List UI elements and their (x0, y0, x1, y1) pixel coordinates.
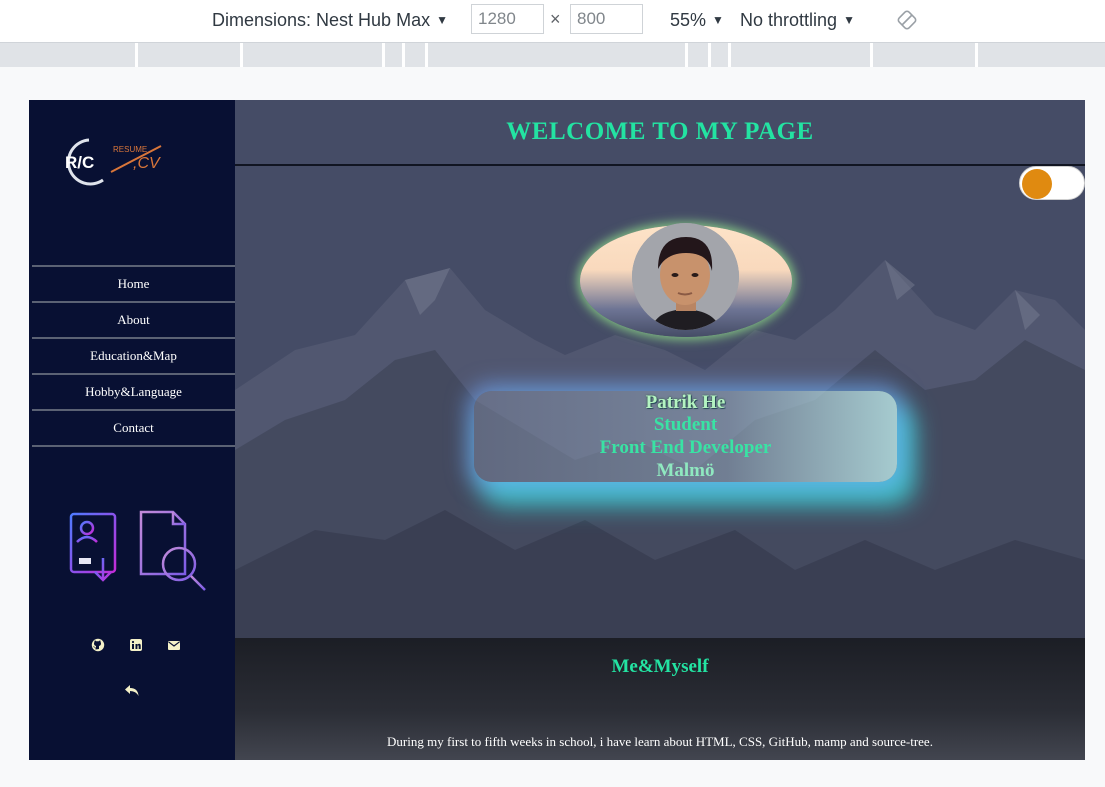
profile-photo (632, 223, 739, 330)
device-toolbar: Dimensions: Nest Hub Max ▼ 1280 × 800 55%… (0, 0, 1105, 43)
throttling-value: No throttling (740, 10, 838, 30)
device-dimensions-label: Dimensions: Nest Hub Max (212, 10, 431, 30)
page-viewport: R/C RESUME ,CV Home About Education&Map … (29, 100, 1085, 760)
avatar (632, 223, 739, 330)
mail-icon[interactable] (167, 638, 181, 652)
device-height-input[interactable]: 800 (570, 4, 643, 34)
chevron-down-icon: ▼ (436, 13, 448, 27)
theme-toggle[interactable] (1019, 166, 1085, 200)
ruler-tick[interactable] (728, 43, 731, 67)
cv-document-icons[interactable] (67, 508, 213, 596)
device-dimensions-select[interactable]: Dimensions: Nest Hub Max ▼ (212, 10, 448, 31)
main-content: WELCOME TO MY PAGE Patrik He Student Fro… (235, 100, 1085, 760)
nav-item-hobby-language[interactable]: Hobby&Language (32, 375, 235, 411)
throttling-select[interactable]: No throttling ▼ (740, 10, 855, 31)
ruler-tick[interactable] (240, 43, 243, 67)
profile-title: Front End Developer (599, 437, 772, 458)
logo-resume: RESUME (113, 145, 147, 154)
ruler-tick[interactable] (425, 43, 428, 67)
logo-initials: R/C (65, 153, 94, 172)
ruler-tick[interactable] (402, 43, 405, 67)
ruler-tick[interactable] (382, 43, 385, 67)
about-text: During my first to fifth weeks in school… (387, 734, 933, 749)
profile-role: Student (653, 414, 718, 435)
nav-item-contact[interactable]: Contact (32, 411, 235, 447)
media-query-ruler (0, 43, 1105, 67)
about-heading: Me&Myself (611, 656, 709, 677)
page-header: WELCOME TO MY PAGE (235, 100, 1085, 166)
dimension-separator: × (550, 9, 561, 29)
ruler-tick[interactable] (870, 43, 873, 67)
linkedin-icon[interactable] (129, 638, 143, 652)
nav-item-about[interactable]: About (32, 303, 235, 339)
zoom-select[interactable]: 55% ▼ (670, 10, 724, 31)
sidebar: R/C RESUME ,CV Home About Education&Map … (29, 100, 235, 760)
device-width-input[interactable]: 1280 (471, 4, 544, 34)
page-title: WELCOME TO MY PAGE (506, 118, 814, 145)
ruler-tick[interactable] (975, 43, 978, 67)
profile-card: Patrik He Student Front End Developer Ma… (474, 391, 897, 482)
document-search-icon (139, 510, 206, 591)
reply-arrow-icon[interactable] (124, 682, 140, 698)
zoom-value: 55% (670, 10, 707, 30)
resume-cv-logo[interactable]: R/C RESUME ,CV (59, 132, 169, 192)
sidebar-nav: Home About Education&Map Hobby&Language … (32, 265, 235, 447)
ruler-tick[interactable] (135, 43, 138, 67)
github-icon[interactable] (91, 638, 105, 652)
logo-cv: ,CV (133, 155, 161, 172)
social-links (91, 638, 181, 652)
chevron-down-icon: ▼ (843, 13, 855, 27)
nav-item-education-map[interactable]: Education&Map (32, 339, 235, 375)
resume-download-icon (69, 512, 117, 582)
rotate-icon[interactable] (897, 10, 917, 30)
nav-item-home[interactable]: Home (32, 267, 235, 303)
about-section: Me&Myself During my first to fifth weeks… (235, 638, 1085, 760)
profile-name: Patrik He (645, 392, 726, 413)
chevron-down-icon: ▼ (712, 13, 724, 27)
ruler-tick[interactable] (708, 43, 711, 67)
profile-city: Malmö (656, 460, 715, 481)
ruler-tick[interactable] (685, 43, 688, 67)
toggle-knob (1022, 169, 1052, 199)
